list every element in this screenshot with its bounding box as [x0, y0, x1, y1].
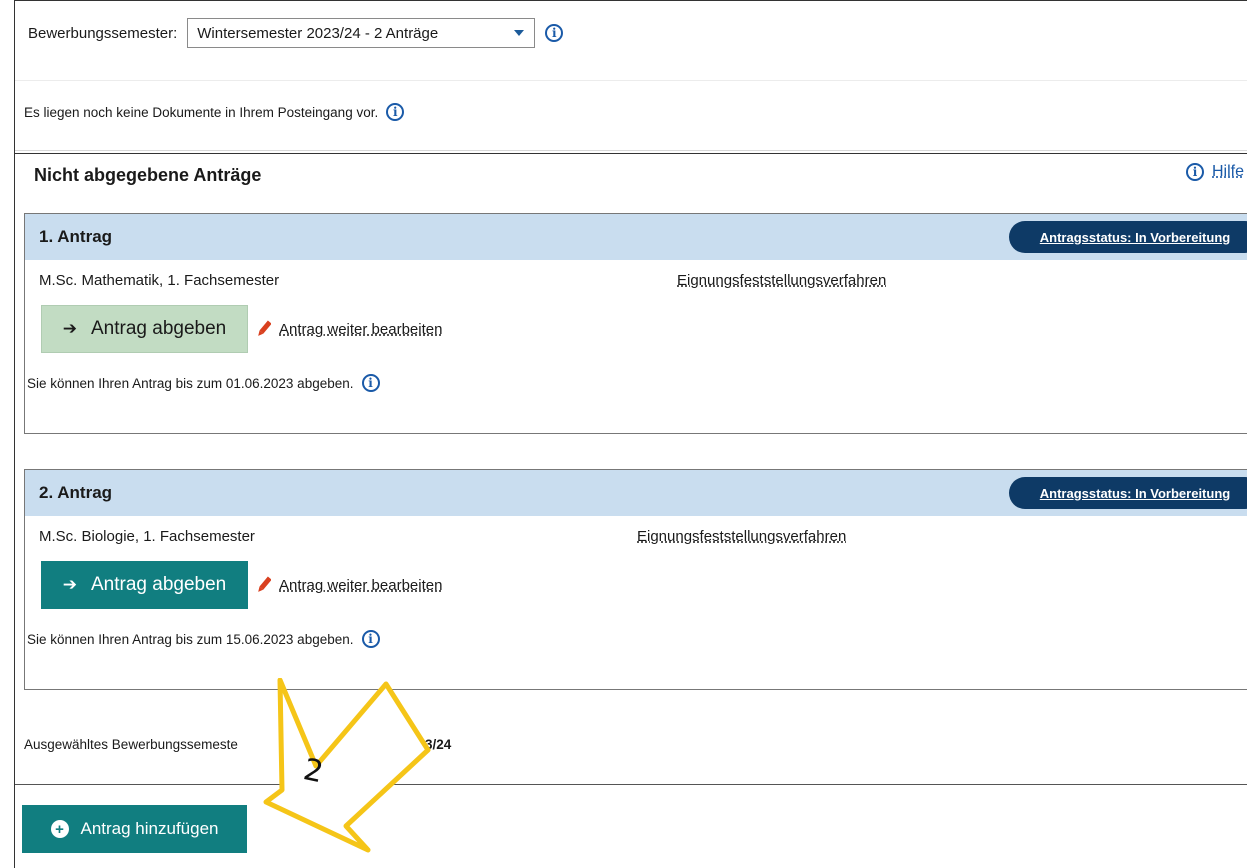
pencil-icon — [258, 576, 271, 592]
application-card: 1. Antrag Antragsstatus: In Vorbereitung… — [24, 213, 1247, 434]
divider — [15, 784, 1247, 785]
edit-application-label: Antrag weiter bearbeiten — [279, 320, 443, 338]
submit-application-button[interactable]: ➔ Antrag abgeben — [41, 561, 248, 609]
semester-label: Bewerbungssemester: — [28, 24, 178, 42]
selected-semester-summary: Ausgewähltes Bewerbungssemeste 023/24 — [24, 737, 451, 752]
help-link[interactable]: i Hilfe — [1186, 163, 1244, 181]
deadline-text: Sie können Ihren Antrag bis zum 01.06.20… — [27, 375, 354, 391]
submit-application-button[interactable]: ➔ Antrag abgeben — [41, 305, 248, 353]
add-application-button[interactable]: + Antrag hinzufügen — [22, 805, 247, 853]
procedure-link[interactable]: Eignungsfeststellungsverfahren — [637, 528, 846, 545]
info-icon[interactable]: i — [361, 374, 380, 392]
submit-application-label: Antrag abgeben — [91, 574, 227, 595]
add-application-label: Antrag hinzufügen — [80, 819, 219, 838]
selected-semester-text: Ausgewähltes Bewerbungssemeste — [24, 737, 238, 752]
help-label: Hilfe — [1212, 163, 1245, 180]
arrow-right-icon: ➔ — [62, 575, 77, 594]
edit-application-link[interactable]: Antrag weiter bearbeiten — [257, 575, 442, 595]
pencil-icon — [258, 320, 271, 336]
application-title: 2. Antrag — [39, 483, 113, 502]
procedure-link[interactable]: Eignungsfeststellungsverfahren — [677, 272, 886, 289]
divider — [15, 150, 1247, 151]
application-card: 2. Antrag Antragsstatus: In Vorbereitung… — [24, 469, 1247, 690]
deadline-note: Sie können Ihren Antrag bis zum 15.06.20… — [27, 630, 380, 648]
annotation-arrow-shape — [263, 678, 431, 853]
arrow-right-icon: ➔ — [62, 319, 77, 338]
chevron-down-icon — [514, 30, 525, 36]
status-badge[interactable]: Antragsstatus: In Vorbereitung — [1009, 477, 1247, 509]
application-card-header: 1. Antrag Antragsstatus: In Vorbereitung — [25, 214, 1247, 260]
semester-selector-row: Bewerbungssemester: Wintersemester 2023/… — [28, 18, 564, 48]
info-icon: i — [1186, 163, 1204, 181]
info-icon[interactable]: i — [545, 24, 564, 42]
application-title: 1. Antrag — [39, 227, 113, 246]
semester-select-value: Wintersemester 2023/24 - 2 Anträge — [197, 24, 439, 42]
deadline-note: Sie können Ihren Antrag bis zum 01.06.20… — [27, 374, 380, 392]
annotation-arrow: 2 — [263, 678, 431, 853]
course-name: M.Sc. Biologie, 1. Fachsemester — [39, 528, 255, 545]
divider — [15, 153, 1247, 154]
semester-select[interactable]: Wintersemester 2023/24 - 2 Anträge — [187, 18, 536, 48]
application-card-header: 2. Antrag Antragsstatus: In Vorbereitung — [25, 470, 1247, 516]
inbox-message-text: Es liegen noch keine Dokumente in Ihrem … — [24, 104, 379, 120]
info-icon[interactable]: i — [386, 103, 405, 121]
edit-application-link[interactable]: Antrag weiter bearbeiten — [257, 319, 442, 339]
course-name: M.Sc. Mathematik, 1. Fachsemester — [39, 272, 280, 289]
submit-application-label: Antrag abgeben — [91, 318, 227, 339]
status-badge[interactable]: Antragsstatus: In Vorbereitung — [1009, 221, 1247, 253]
plus-circle-icon: + — [50, 820, 69, 838]
deadline-text: Sie können Ihren Antrag bis zum 15.06.20… — [27, 631, 354, 647]
section-title: Nicht abgegebene Anträge — [34, 165, 262, 185]
divider — [15, 80, 1247, 81]
info-icon[interactable]: i — [361, 630, 380, 648]
inbox-message: Es liegen noch keine Dokumente in Ihrem … — [24, 103, 405, 121]
edit-application-label: Antrag weiter bearbeiten — [279, 576, 443, 594]
